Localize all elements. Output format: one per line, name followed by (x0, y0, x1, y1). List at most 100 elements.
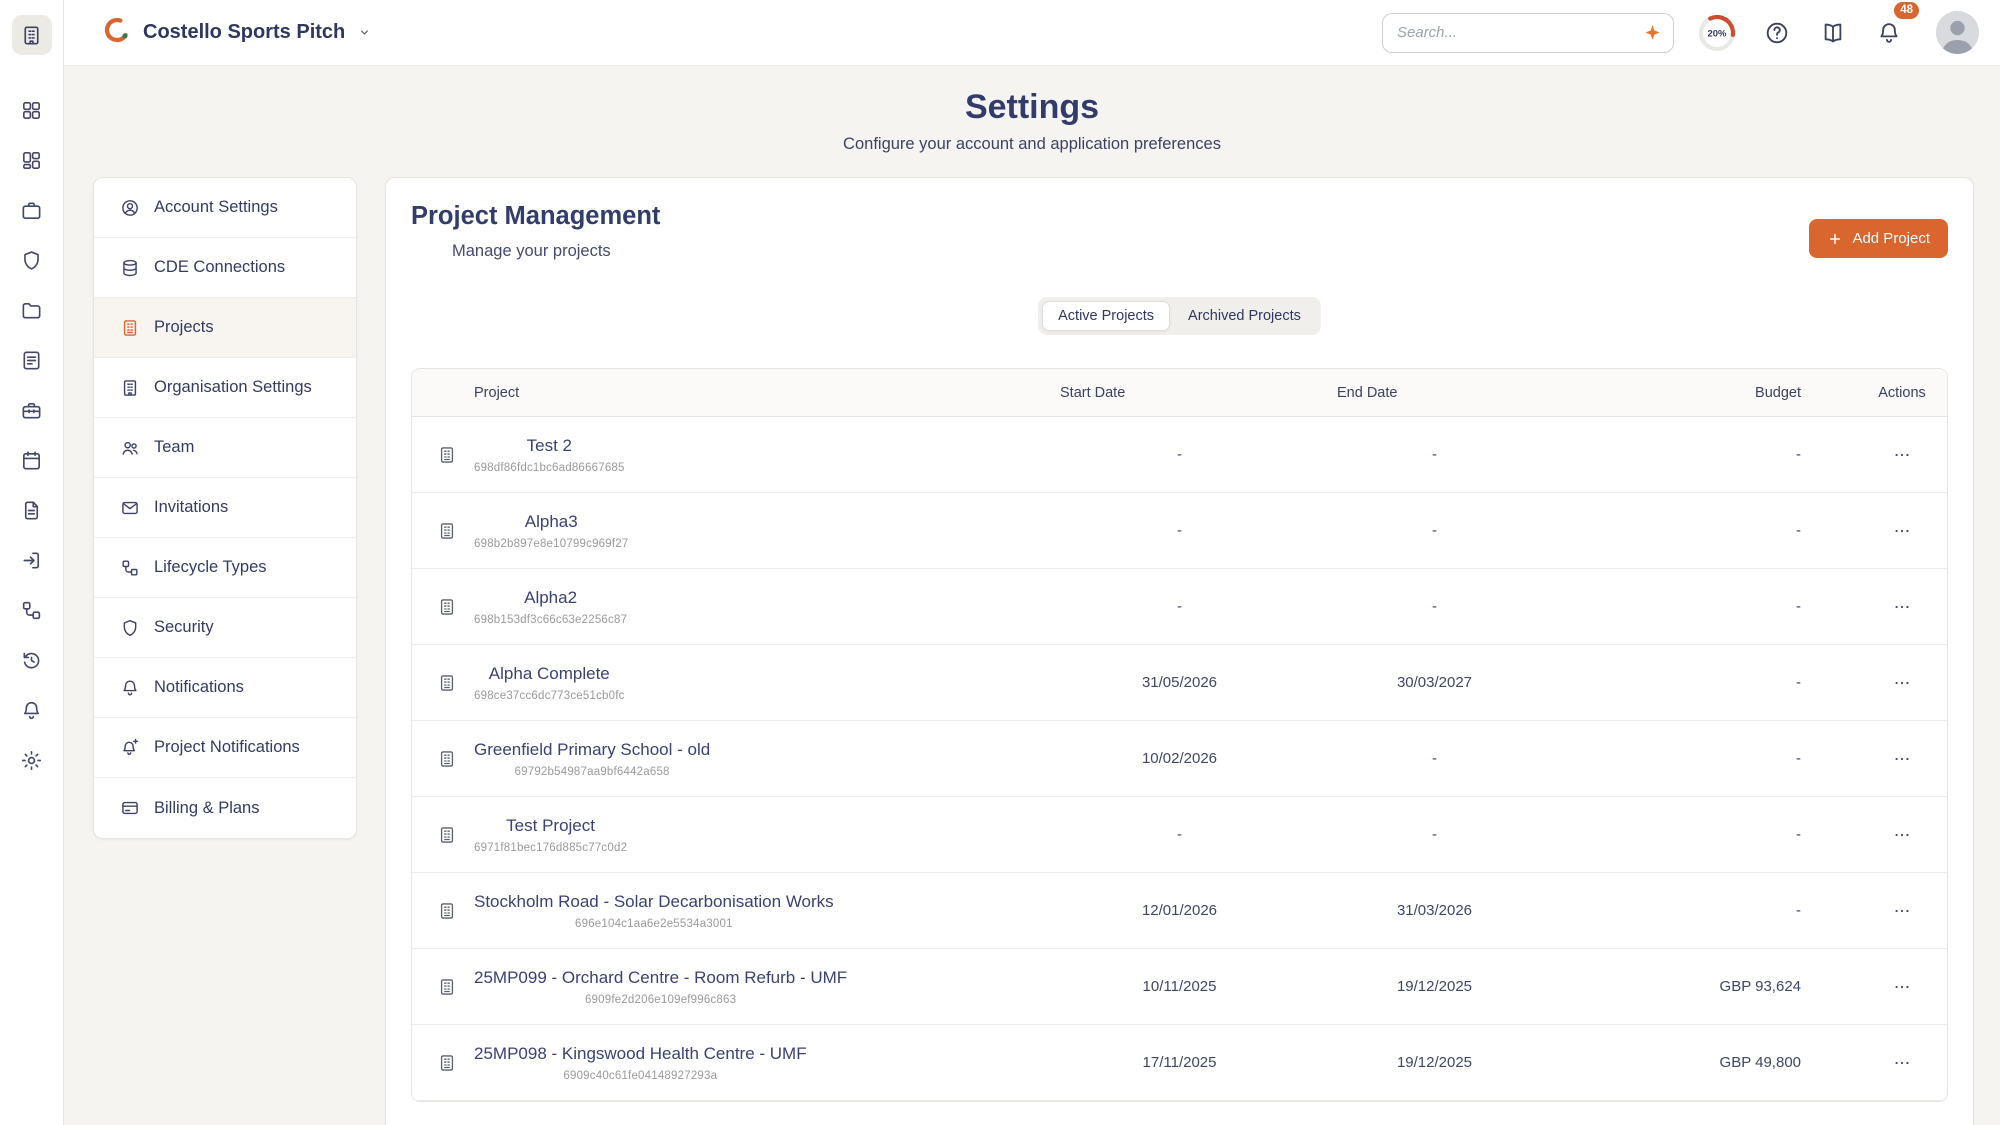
tab-active-projects[interactable]: Active Projects (1042, 301, 1170, 331)
col-header-actions: Actions (1817, 385, 1947, 401)
project-id: 69792b54987aa9bf6442a658 (515, 766, 670, 778)
project-cell: Alpha3 698b2b897e8e10799c969f27 (412, 512, 1052, 550)
project-name-link[interactable]: 25MP098 - Kingswood Health Centre - UMF (474, 1044, 807, 1064)
row-actions-button[interactable] (1888, 441, 1916, 469)
project-cell: Stockholm Road - Solar Decarbonisation W… (412, 892, 1052, 930)
add-project-button[interactable]: Add Project (1809, 219, 1948, 258)
project-id: 698b2b897e8e10799c969f27 (474, 538, 628, 550)
facade-icon (120, 318, 140, 338)
icon-rail (0, 0, 64, 1125)
toolbox-icon[interactable] (9, 385, 55, 435)
project-text-block: Alpha3 698b2b897e8e10799c969f27 (474, 512, 628, 550)
project-name-link[interactable]: 25MP099 - Orchard Centre - Room Refurb -… (474, 968, 847, 988)
table-body: Test 2698df86fdc1bc6ad86667685---Alpha36… (412, 417, 1947, 1101)
bell-icon[interactable] (9, 685, 55, 735)
export-icon[interactable] (9, 535, 55, 585)
avatar[interactable] (1936, 11, 1979, 54)
report-icon[interactable] (9, 335, 55, 385)
row-actions-button[interactable] (1888, 593, 1916, 621)
project-text-block: Greenfield Primary School - old 69792b549… (474, 740, 710, 778)
rail-icon-list (9, 85, 55, 785)
briefcase-icon[interactable] (9, 185, 55, 235)
usage-gauge[interactable]: 20% (1696, 12, 1738, 54)
project-name-link[interactable]: Greenfield Primary School - old (474, 740, 710, 760)
table-row: Alpha3698b2b897e8e10799c969f27--- (412, 493, 1947, 569)
help-button[interactable] (1760, 16, 1794, 50)
row-actions-button[interactable] (1888, 973, 1916, 1001)
card-icon (120, 798, 140, 818)
start-date-cell: - (1052, 598, 1307, 615)
users-icon (120, 438, 140, 458)
project-name-link[interactable]: Alpha3 (525, 512, 578, 532)
table-header-row: Project Start Date End Date Budget Actio… (412, 369, 1947, 417)
budget-cell: GBP 49,800 (1562, 1054, 1817, 1071)
project-tabs: Active ProjectsArchived Projects (1038, 297, 1321, 335)
project-name-link[interactable]: Alpha Complete (489, 664, 610, 684)
project-text-block: Test 2 698df86fdc1bc6ad86667685 (474, 436, 625, 474)
row-actions-button[interactable] (1888, 897, 1916, 925)
grid-alt-icon[interactable] (9, 135, 55, 185)
gear-icon[interactable] (9, 735, 55, 785)
file-icon[interactable] (9, 485, 55, 535)
settings-nav-item-organisation-settings[interactable]: Organisation Settings (94, 358, 356, 418)
workflow-icon (120, 558, 140, 578)
docs-button[interactable] (1816, 16, 1850, 50)
budget-cell: - (1562, 674, 1817, 691)
project-name-link[interactable]: Stockholm Road - Solar Decarbonisation W… (474, 892, 834, 912)
project-doc-icon (437, 673, 457, 693)
shield-icon[interactable] (9, 235, 55, 285)
building-icon[interactable] (12, 15, 52, 55)
settings-nav-label: Billing & Plans (154, 799, 259, 818)
workflow-icon[interactable] (9, 585, 55, 635)
project-name-link[interactable]: Test Project (506, 816, 595, 836)
folder-icon[interactable] (9, 285, 55, 335)
row-actions-button[interactable] (1888, 669, 1916, 697)
top-bar-actions: 20% (1382, 11, 1979, 54)
card-title-block: Project Management Manage your projects (411, 202, 660, 261)
project-text-block: Stockholm Road - Solar Decarbonisation W… (474, 892, 834, 930)
project-doc-icon (437, 1053, 457, 1073)
row-actions-button[interactable] (1888, 1049, 1916, 1077)
row-actions-button[interactable] (1888, 517, 1916, 545)
org-logo-icon (102, 15, 132, 50)
project-doc-icon (437, 597, 457, 617)
row-actions-button[interactable] (1888, 821, 1916, 849)
notifications-button[interactable]: 48 (1872, 16, 1906, 50)
calendar-icon[interactable] (9, 435, 55, 485)
budget-cell: - (1562, 598, 1817, 615)
history-icon[interactable] (9, 635, 55, 685)
row-actions-button[interactable] (1888, 745, 1916, 773)
settings-nav-item-lifecycle-types[interactable]: Lifecycle Types (94, 538, 356, 598)
page-title: Settings (64, 88, 2000, 127)
tab-archived-projects[interactable]: Archived Projects (1172, 301, 1317, 331)
project-name-link[interactable]: Alpha2 (524, 588, 577, 608)
col-header-end-date: End Date (1307, 385, 1562, 401)
sparkle-icon[interactable] (1642, 22, 1663, 43)
project-cell: 25MP099 - Orchard Centre - Room Refurb -… (412, 968, 1052, 1006)
settings-nav-item-cde-connections[interactable]: CDE Connections (94, 238, 356, 298)
settings-nav-item-security[interactable]: Security (94, 598, 356, 658)
org-switcher[interactable]: Costello Sports Pitch (102, 15, 373, 50)
settings-nav-item-notifications[interactable]: Notifications (94, 658, 356, 718)
search-input[interactable] (1382, 13, 1674, 53)
budget-cell: - (1562, 750, 1817, 767)
end-date-cell: - (1307, 826, 1562, 843)
projects-table: Project Start Date End Date Budget Actio… (411, 368, 1948, 1102)
grid-icon[interactable] (9, 85, 55, 135)
settings-nav-item-project-notifications[interactable]: Project Notifications (94, 718, 356, 778)
settings-nav-item-team[interactable]: Team (94, 418, 356, 478)
settings-nav-item-account-settings[interactable]: Account Settings (94, 178, 356, 238)
actions-cell (1817, 745, 1947, 773)
settings-nav-item-billing-plans[interactable]: Billing & Plans (94, 778, 356, 838)
project-id: 698df86fdc1bc6ad86667685 (474, 462, 625, 474)
settings-nav-item-projects[interactable]: Projects (94, 298, 356, 358)
settings-nav-label: Project Notifications (154, 738, 300, 757)
project-text-block: Alpha Complete698ce37cc6dc773ce51cb0fc (474, 664, 625, 702)
start-date-cell: - (1052, 522, 1307, 539)
settings-nav-item-invitations[interactable]: Invitations (94, 478, 356, 538)
budget-cell: - (1562, 826, 1817, 843)
project-name-link[interactable]: Test 2 (527, 436, 572, 456)
budget-cell: - (1562, 902, 1817, 919)
start-date-cell: - (1052, 826, 1307, 843)
table-row: 25MP098 - Kingswood Health Centre - UMF6… (412, 1025, 1947, 1101)
